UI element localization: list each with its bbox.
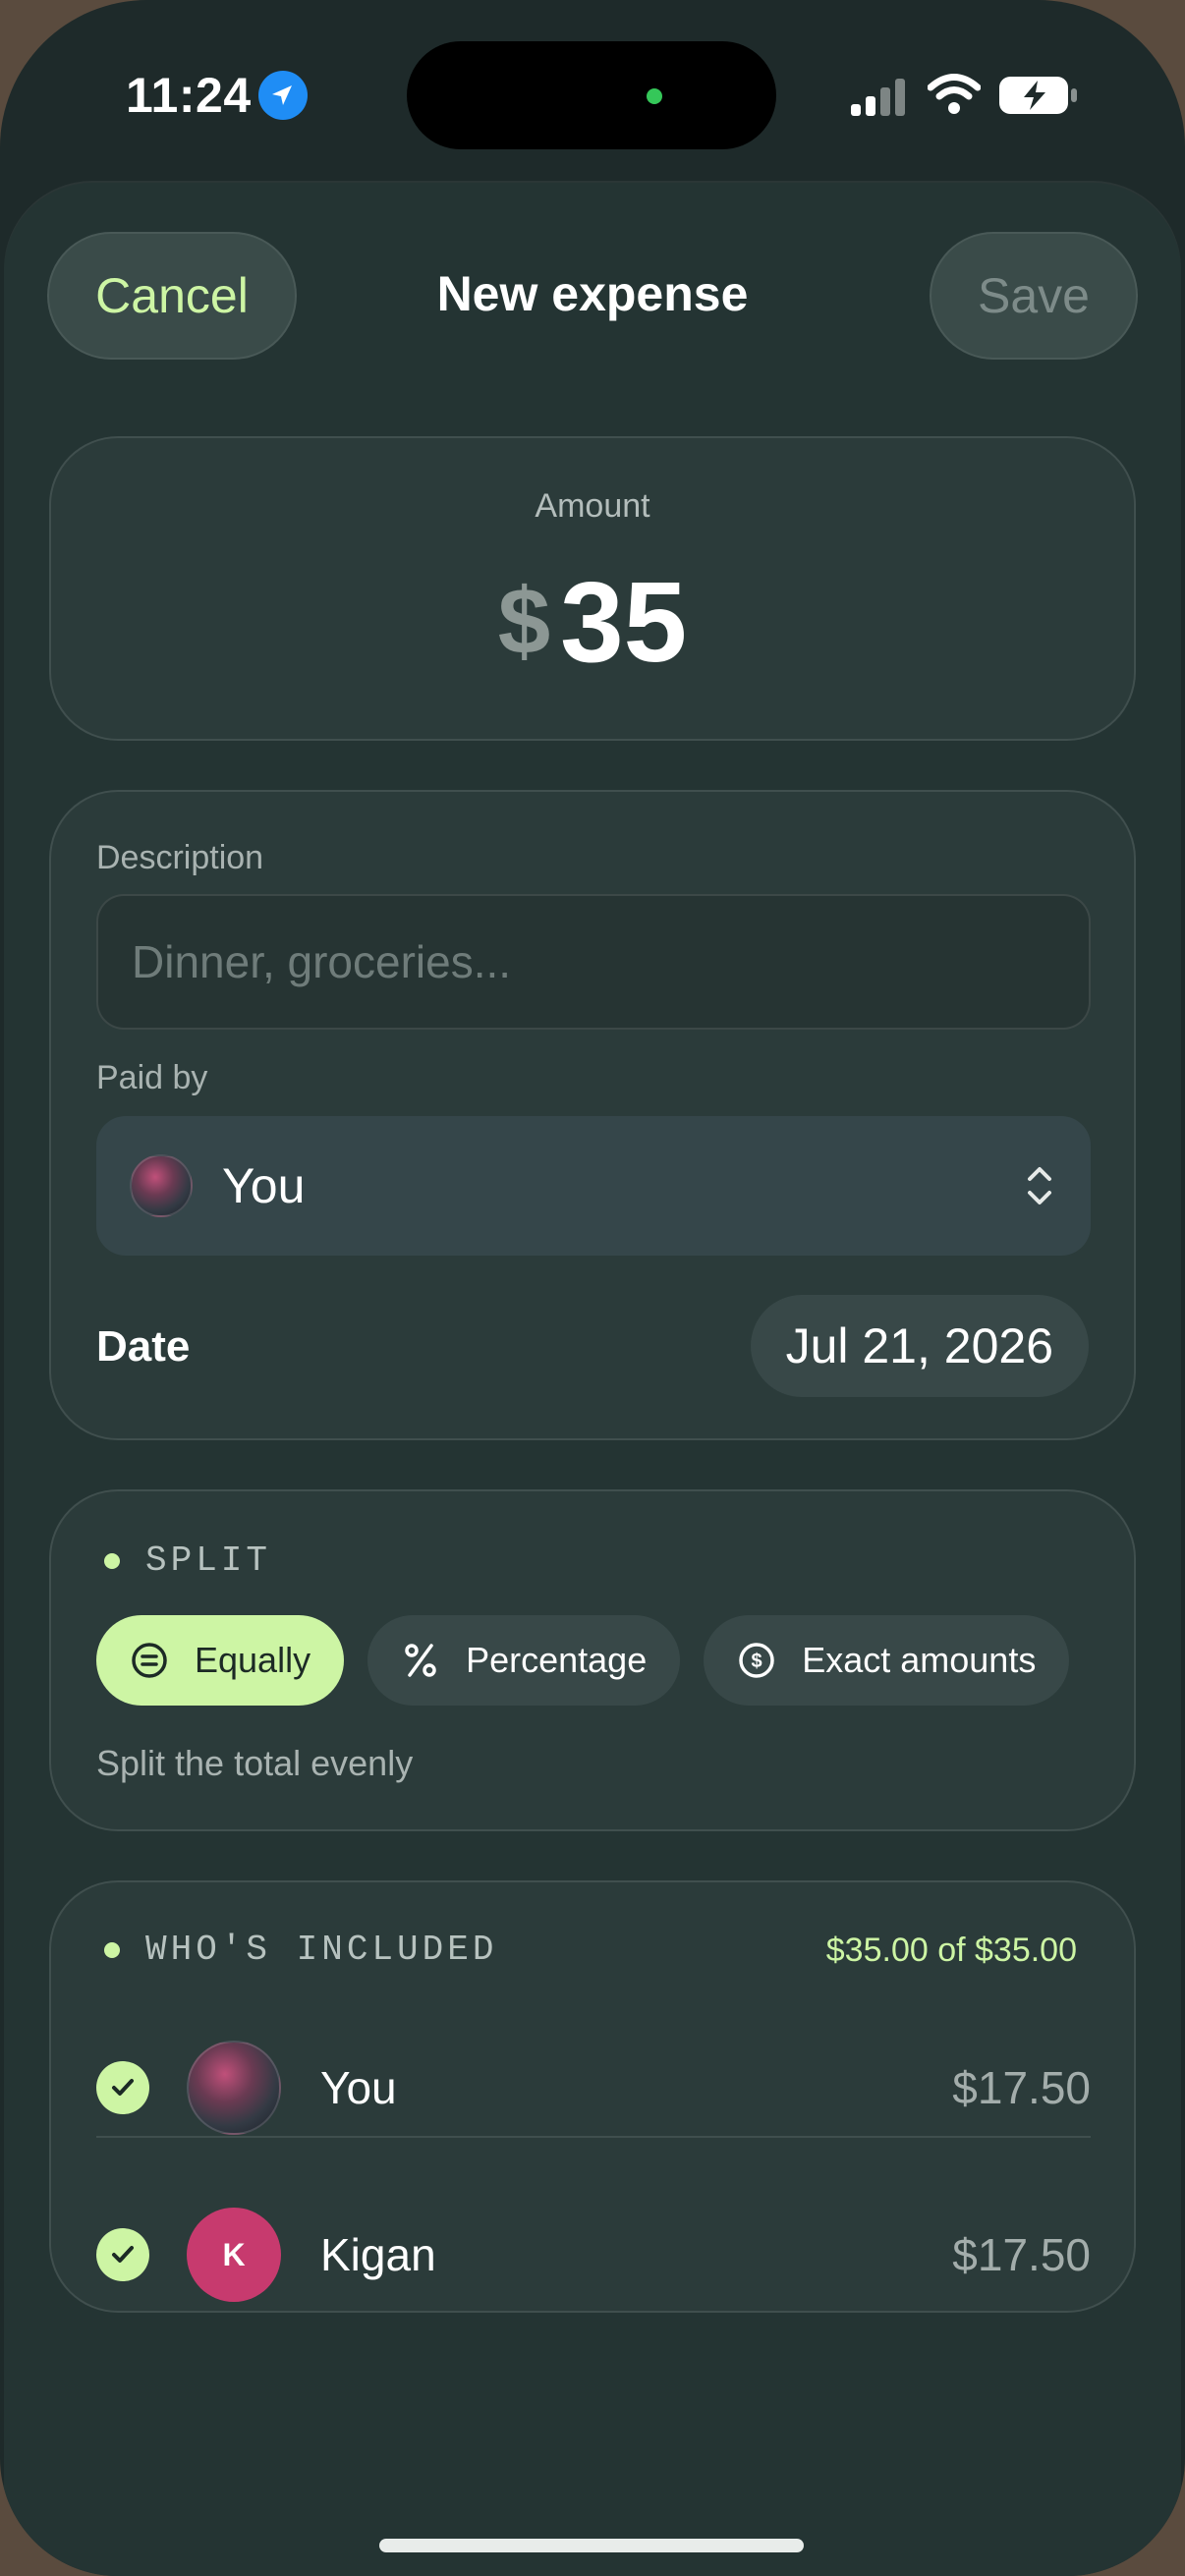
- date-picker-button[interactable]: Jul 21, 2026: [750, 1295, 1089, 1397]
- amount-card[interactable]: Amount $35: [49, 436, 1136, 741]
- divider: [96, 2136, 1091, 2138]
- section-dot-icon: [104, 1552, 120, 1569]
- avatar: K: [187, 2208, 281, 2302]
- person-name: You: [320, 2062, 397, 2113]
- split-section-header: SPLIT: [104, 1540, 271, 1581]
- phone-screen: 11:24 Cancel New expense Save Amount $35…: [0, 0, 1185, 2576]
- avatar: [187, 2041, 281, 2135]
- amount-display[interactable]: $35: [51, 556, 1134, 688]
- person-amount: $17.50: [952, 2229, 1091, 2280]
- split-hint: Split the total evenly: [96, 1743, 414, 1783]
- included-section-header: WHO'S INCLUDED: [104, 1930, 497, 1970]
- included-section-title: WHO'S INCLUDED: [145, 1930, 498, 1970]
- equals-circle-icon: [132, 1643, 167, 1678]
- dollar-circle-icon: $: [739, 1643, 774, 1678]
- person-amount: $17.50: [952, 2062, 1091, 2113]
- camera-indicator-icon: [647, 88, 662, 104]
- split-section-title: SPLIT: [145, 1540, 272, 1581]
- person-name: Kigan: [320, 2229, 436, 2280]
- split-card: SPLIT Equally Percentage $ Exact amounts…: [49, 1489, 1136, 1831]
- amount-value[interactable]: 35: [560, 558, 687, 686]
- checkmark-icon[interactable]: [96, 2061, 149, 2114]
- split-option-percentage[interactable]: Percentage: [367, 1615, 681, 1706]
- currency-symbol: $: [497, 569, 551, 674]
- wifi-icon: [928, 74, 981, 114]
- included-total: $35.00 of $35.00: [825, 1932, 1077, 1969]
- section-dot-icon: [104, 1941, 120, 1958]
- checkmark-icon[interactable]: [96, 2228, 149, 2281]
- list-item[interactable]: K Kigan $17.50: [96, 2171, 1091, 2338]
- location-arrow-icon: [258, 71, 308, 120]
- paid-by-select[interactable]: You: [96, 1116, 1091, 1256]
- split-option-exact-amounts[interactable]: $ Exact amounts: [704, 1615, 1070, 1706]
- avatar: [130, 1154, 193, 1217]
- list-item[interactable]: You $17.50: [96, 2004, 1091, 2171]
- included-card: WHO'S INCLUDED $35.00 of $35.00 You $17.…: [49, 1880, 1136, 2313]
- percent-icon: [405, 1644, 436, 1677]
- amount-label: Amount: [535, 487, 650, 525]
- paid-by-label: Paid by: [96, 1059, 208, 1096]
- status-time: 11:24: [126, 68, 252, 123]
- split-option-label: Percentage: [466, 1640, 648, 1680]
- home-indicator[interactable]: [379, 2539, 804, 2552]
- svg-text:$: $: [752, 1651, 762, 1672]
- battery-charging-icon: [999, 77, 1077, 114]
- split-option-label: Equally: [195, 1640, 311, 1680]
- split-option-equally[interactable]: Equally: [96, 1615, 345, 1706]
- cellular-signal-icon: [851, 79, 905, 116]
- split-options[interactable]: Equally Percentage $ Exact amounts: [96, 1615, 1091, 1706]
- description-input[interactable]: [96, 894, 1091, 1030]
- date-label: Date: [96, 1322, 191, 1371]
- description-label: Description: [96, 839, 264, 876]
- chevron-up-down-icon: [1028, 1167, 1051, 1204]
- save-button[interactable]: Save: [930, 232, 1138, 360]
- details-card: Description Paid by You Date Jul 21, 202…: [49, 790, 1136, 1440]
- paid-by-value: You: [222, 1158, 306, 1213]
- split-option-label: Exact amounts: [802, 1640, 1037, 1680]
- dynamic-island: [407, 41, 776, 149]
